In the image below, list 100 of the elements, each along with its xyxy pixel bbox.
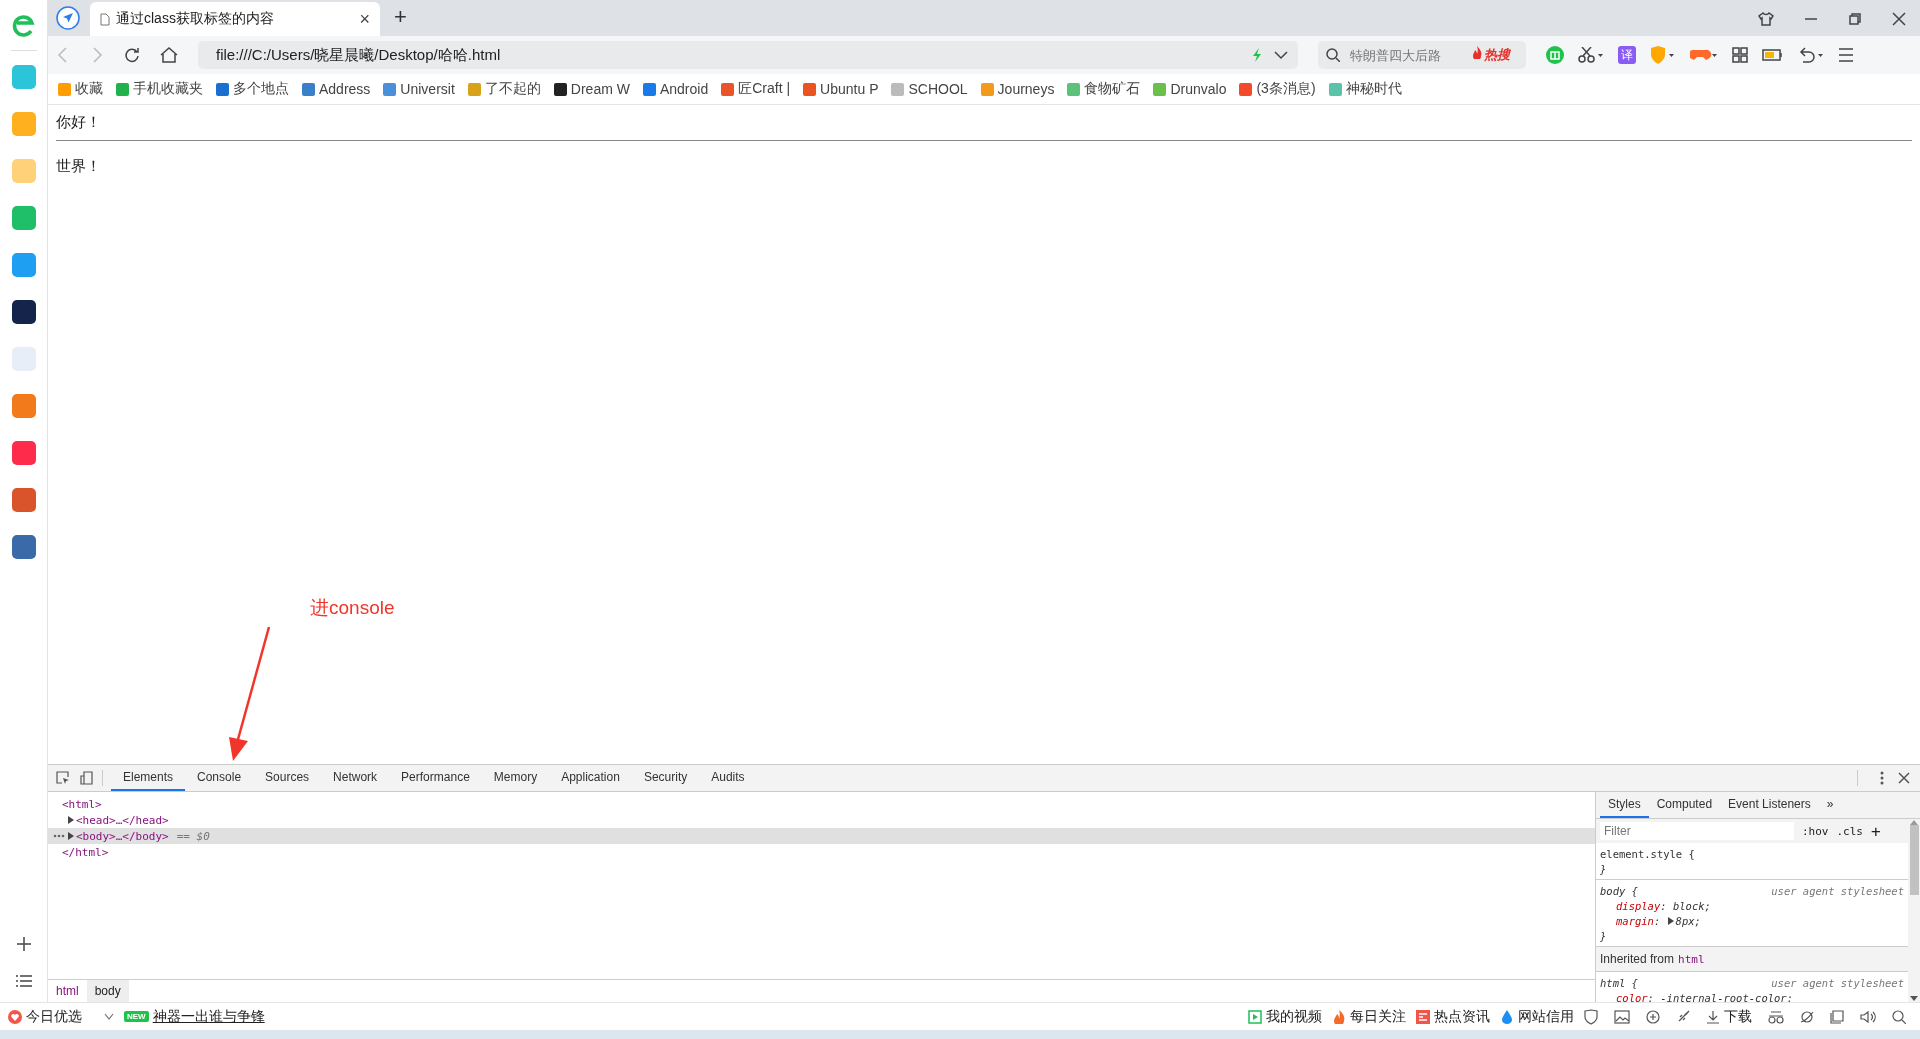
add-icon[interactable]	[15, 936, 32, 952]
close-tab-button[interactable]: ×	[359, 8, 370, 30]
more-icon	[52, 834, 66, 838]
tab-title: 通过class获取标签的内容	[116, 10, 275, 28]
bookmark[interactable]: (3条消息)	[1239, 80, 1316, 98]
more-tabs-button[interactable]: »	[1818, 792, 1842, 818]
css-selector: html {	[1600, 976, 1638, 989]
devtools-tab[interactable]: Elements	[111, 765, 186, 791]
browser-tab[interactable]: 通过class获取标签的内容 ×	[90, 2, 380, 36]
reload-icon[interactable]	[124, 47, 140, 63]
scrollbar-thumb[interactable]	[1909, 825, 1919, 895]
bookmark[interactable]: Address	[302, 81, 371, 97]
search-field[interactable]: 特朗普四大后路 热搜	[1318, 41, 1526, 69]
search-icon	[1326, 48, 1340, 62]
new-tab-button[interactable]: +	[394, 4, 407, 30]
shield-icon[interactable]	[1584, 1008, 1598, 1025]
chevron-down-icon[interactable]	[1274, 50, 1288, 60]
home-icon[interactable]	[160, 47, 178, 63]
scissors-icon[interactable]	[1578, 47, 1604, 63]
status-item[interactable]: 热点资讯	[1416, 1007, 1490, 1026]
devtools-tab[interactable]: Application	[549, 765, 632, 791]
battery-icon[interactable]	[1762, 48, 1784, 62]
property-name: color	[1616, 991, 1648, 1002]
dom-node[interactable]: <body>…</body> == $0	[48, 828, 1595, 844]
devtools-tab[interactable]: Sources	[253, 765, 322, 791]
new-rule-button[interactable]: +	[1871, 821, 1881, 841]
styles-tab[interactable]: Styles	[1600, 792, 1649, 818]
property-separator: :	[1647, 991, 1655, 1002]
filter-field[interactable]: Filter	[1600, 822, 1794, 840]
page-icon	[100, 12, 110, 26]
status-item[interactable]: 我的视频	[1248, 1007, 1322, 1026]
bookmark[interactable]: Drunvalo	[1153, 81, 1227, 97]
rule-source: user agent stylesheet	[1771, 976, 1904, 989]
property-separator: :	[1653, 914, 1662, 927]
css-selector: element.style {	[1600, 847, 1695, 860]
device-icon[interactable]	[80, 771, 94, 785]
download-icon	[1706, 1009, 1720, 1024]
bookmark[interactable]: 了不起的	[467, 80, 541, 98]
hov-toggle[interactable]: :hov	[1802, 824, 1829, 838]
devtools-tab[interactable]: Console	[185, 765, 254, 791]
bookmark[interactable]: Universit	[383, 81, 455, 97]
address-bar[interactable]: file:///C:/Users/晓星晨曦/Desktop/哈哈.html	[198, 41, 1298, 69]
restore-icon[interactable]	[1848, 12, 1862, 26]
list-icon[interactable]	[15, 974, 32, 988]
app-icon[interactable]	[11, 300, 36, 324]
status-item[interactable]: 今日优选	[26, 1007, 82, 1026]
expand-icon[interactable]	[1666, 916, 1676, 925]
property-name: margin	[1616, 914, 1654, 927]
bookmark[interactable]: 手机收藏夹	[116, 80, 203, 98]
devtools-tab[interactable]: Audits	[699, 765, 757, 791]
bookmark[interactable]: SCHOOL	[891, 81, 968, 97]
inherited-label: Inherited from	[1600, 952, 1675, 966]
hot-search-label[interactable]: 热搜	[1472, 46, 1510, 64]
cls-toggle[interactable]: .cls	[1836, 824, 1863, 838]
page-text: 世界！	[56, 157, 102, 176]
bookmark[interactable]: 多个地点	[216, 80, 289, 98]
styles-tab[interactable]: Event Listeners	[1720, 792, 1819, 818]
inspect-icon[interactable]	[56, 771, 70, 785]
new-badge: NEW	[124, 1011, 149, 1022]
search-icon[interactable]	[1892, 1009, 1906, 1024]
devtools-tab[interactable]: Security	[631, 765, 700, 791]
menu-icon[interactable]	[1838, 48, 1854, 62]
bookmark[interactable]: 食物矿石	[1067, 80, 1141, 98]
download-button[interactable]: 下载	[1706, 1007, 1752, 1026]
speaker-icon[interactable]	[1860, 1009, 1876, 1024]
bookmark[interactable]: Ubuntu P	[803, 81, 879, 97]
bookmark[interactable]: Dream W	[553, 81, 630, 97]
dom-node[interactable]: <html>	[48, 796, 1595, 812]
window-icon[interactable]	[1830, 1009, 1844, 1024]
styles-tab[interactable]: Computed	[1648, 792, 1721, 818]
devtools-tab[interactable]: Memory	[481, 765, 550, 791]
bookmark[interactable]: Android	[642, 81, 709, 97]
dom-node[interactable]: <head>…</head>	[48, 812, 1595, 828]
bookmark[interactable]: 收藏	[58, 80, 103, 98]
bookmark[interactable]: 匠Craft |	[721, 80, 791, 98]
close-icon[interactable]	[1892, 12, 1906, 26]
breadcrumb[interactable]: body	[86, 980, 129, 1002]
devtools-tab[interactable]: Performance	[389, 765, 482, 791]
property-value: block;	[1672, 899, 1711, 912]
glasses-icon[interactable]	[1768, 1009, 1784, 1024]
image-icon[interactable]	[1614, 1009, 1630, 1024]
devtools-tab[interactable]: Network	[321, 765, 390, 791]
dom-node[interactable]: </html>	[48, 844, 1595, 860]
inherited-tag-link[interactable]: html	[1678, 953, 1705, 966]
breadcrumb[interactable]: html	[48, 980, 87, 1002]
news-link[interactable]: 神器一出谁与争锋	[152, 1007, 265, 1026]
undo-icon[interactable]	[1798, 47, 1824, 63]
bookmark[interactable]: Journeys	[980, 81, 1055, 97]
plus-circle-icon[interactable]	[1646, 1009, 1660, 1024]
shirt-icon[interactable]	[1758, 12, 1774, 26]
close-icon[interactable]	[1898, 772, 1910, 784]
chevron-down-icon[interactable]	[104, 1012, 114, 1021]
rule-close: }	[1600, 861, 1608, 876]
bookmark[interactable]: 神秘时代	[1328, 80, 1402, 98]
status-item[interactable]: 每日关注	[1332, 1007, 1406, 1026]
translate-icon[interactable]: 译	[1618, 46, 1636, 64]
more-icon[interactable]	[1880, 771, 1884, 785]
grid-icon[interactable]	[1732, 47, 1748, 63]
navigation-icon[interactable]	[56, 6, 80, 30]
status-item[interactable]: 网站信用	[1500, 1007, 1574, 1026]
